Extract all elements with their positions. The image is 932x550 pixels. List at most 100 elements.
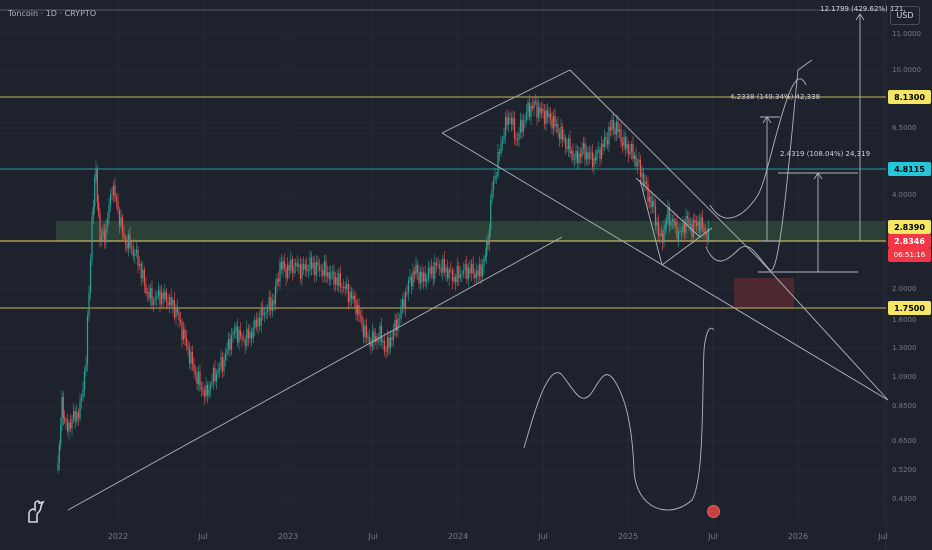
candle-body	[606, 139, 609, 145]
price-axis-label: 2.0000	[892, 285, 917, 293]
tradingview-logo-icon[interactable]	[25, 498, 47, 528]
candle-body	[98, 202, 100, 214]
candle-body	[478, 264, 481, 277]
price-axis-label: 4.0000	[892, 191, 917, 199]
time-axis-label: Jul	[368, 532, 378, 541]
candle-body	[542, 108, 544, 112]
candle-body	[701, 217, 704, 228]
candle-body	[674, 221, 677, 226]
candle-body	[241, 336, 243, 339]
candle-body	[361, 316, 363, 326]
candle-body	[534, 101, 537, 103]
price-axis-label: 6.5000	[892, 124, 917, 132]
candle-body	[131, 246, 133, 248]
candle-body	[199, 371, 201, 387]
candle-body	[267, 309, 269, 313]
candle-body	[114, 185, 116, 198]
candle-body	[688, 218, 690, 226]
candle-body	[560, 126, 562, 140]
candle-body	[584, 143, 586, 160]
candle-body	[246, 328, 248, 346]
candle-body	[392, 329, 395, 340]
candle-body	[388, 337, 390, 348]
candle-body	[191, 352, 194, 365]
candle-body	[293, 266, 295, 273]
candle-body	[434, 262, 436, 279]
candle-body	[543, 111, 546, 124]
candle-body	[484, 256, 486, 259]
candle-body	[218, 367, 221, 370]
candle-body	[73, 411, 75, 420]
candle-body	[432, 266, 434, 279]
candle-body	[149, 287, 152, 299]
candle-body	[126, 243, 128, 249]
candle-body	[407, 280, 410, 293]
candle-body	[71, 419, 73, 429]
candle-body	[415, 264, 417, 275]
candle-body	[590, 151, 592, 153]
candle-body	[217, 369, 219, 374]
candle-body	[673, 218, 675, 226]
candle-body	[503, 135, 505, 140]
candle-body	[572, 150, 574, 160]
candle-body	[668, 207, 671, 226]
candle-body	[555, 124, 558, 127]
candle-body	[663, 228, 665, 243]
candle-body	[103, 230, 106, 243]
candle-body	[490, 199, 492, 231]
candle-body	[620, 129, 622, 143]
candle-body	[344, 286, 346, 289]
candle-body	[426, 278, 428, 282]
candle-body	[653, 200, 655, 207]
event-marker-icon[interactable]	[707, 505, 720, 518]
candle-body	[203, 390, 206, 397]
candle-body	[563, 137, 565, 140]
candle-body	[600, 143, 603, 159]
candle-body	[111, 194, 113, 196]
candle-body	[639, 159, 642, 177]
price-axis-label: 1.0900	[892, 373, 917, 381]
price-chart[interactable]	[0, 0, 932, 550]
candle-body	[200, 386, 203, 390]
candle-body	[531, 106, 534, 109]
candle-body	[431, 266, 433, 274]
candle-body	[404, 292, 407, 309]
candle-body	[271, 300, 273, 311]
candle-body	[57, 463, 59, 470]
candle-body	[689, 224, 692, 226]
candle-body	[644, 181, 646, 186]
candle-body	[86, 315, 89, 365]
candle-body	[175, 306, 177, 318]
candle-body	[512, 117, 514, 125]
candle-body	[252, 328, 254, 339]
candle-body	[319, 265, 321, 271]
candle-body	[554, 115, 556, 127]
candle-body	[579, 153, 582, 158]
chart-root: Toncoin · 1D · CRYPTO USD 11.0000 10.000…	[0, 0, 932, 550]
candle-body	[635, 155, 637, 167]
candle-body	[325, 261, 327, 277]
time-axis-label: Jul	[198, 532, 208, 541]
candle-body	[202, 389, 204, 391]
candle-body	[232, 333, 234, 336]
candle-body	[188, 349, 191, 364]
candle-body	[596, 150, 598, 161]
candle-body	[129, 234, 131, 248]
candle-body	[440, 267, 442, 273]
candle-body	[304, 264, 306, 270]
candle-body	[291, 259, 293, 273]
candle-body	[362, 325, 365, 338]
candle-body	[112, 185, 115, 195]
candle-body	[76, 412, 78, 422]
candle-body	[181, 322, 183, 340]
candle-body	[124, 238, 127, 244]
candle-body	[450, 269, 452, 271]
candle-body	[612, 119, 615, 129]
candle-body	[662, 233, 664, 243]
candle-body	[182, 329, 185, 340]
candle-body	[501, 139, 504, 144]
candle-body	[546, 110, 549, 118]
candle-body	[279, 262, 281, 282]
candle-body	[641, 173, 643, 177]
candle-body	[447, 267, 449, 279]
